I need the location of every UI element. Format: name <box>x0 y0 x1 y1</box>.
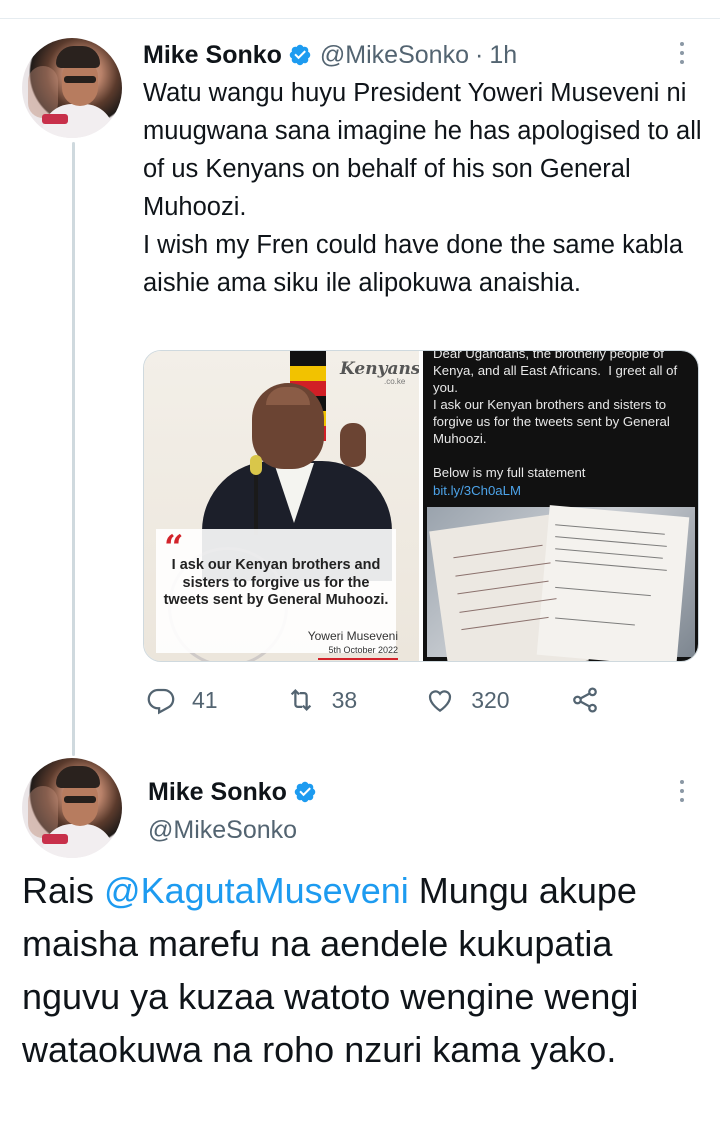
retweet-icon <box>290 689 311 711</box>
thread-connector-line <box>72 142 75 756</box>
statement-label: Below is my full statement <box>433 465 586 480</box>
reply-count: 41 <box>192 686 218 713</box>
separator-dot: · <box>474 40 484 69</box>
statement-text: Dear Ugandans, the brotherly people of K… <box>433 351 678 446</box>
tweet-text: Rais @KagutaMuseveni Mungu akupe maisha … <box>22 864 712 1076</box>
more-options-icon[interactable] <box>672 38 692 68</box>
avatar[interactable] <box>22 758 122 858</box>
statement-link: bit.ly/3Ch0aLM <box>433 483 521 498</box>
quote-rule <box>318 658 398 660</box>
author-handle[interactable]: @MikeSonko <box>320 41 469 70</box>
reply-button[interactable]: 41 <box>146 685 218 715</box>
avatar[interactable] <box>22 38 122 138</box>
author-display-name[interactable]: Mike Sonko <box>143 41 282 70</box>
verified-badge-icon <box>289 44 311 66</box>
mention-link[interactable]: @KagutaMuseveni <box>104 870 409 911</box>
tweet-text-prefix: Rais <box>22 870 105 911</box>
more-options-icon[interactable] <box>672 776 692 806</box>
kenyans-logo-sub: .co.ke <box>384 377 406 386</box>
tweet-header: Mike Sonko @MikeSonko · 1h <box>143 38 517 72</box>
quote-date: 5th October 2022 <box>328 645 398 655</box>
quote-text: I ask our Kenyan brothers and sisters to… <box>163 557 389 608</box>
retweet-count: 38 <box>331 686 358 713</box>
share-button[interactable] <box>570 685 600 715</box>
like-button[interactable]: 320 <box>425 685 510 715</box>
media-image-statement[interactable]: Dear Ugandans, the brotherly people of K… <box>423 351 698 661</box>
retweet-button[interactable]: 38 <box>286 685 358 715</box>
heart-icon <box>429 690 452 712</box>
share-icon <box>572 687 597 713</box>
kenyans-logo: Kenyans <box>340 359 419 379</box>
tweet-timestamp[interactable]: 1h <box>489 41 517 70</box>
tweet-header: Mike Sonko <box>148 776 317 808</box>
author-display-name[interactable]: Mike Sonko <box>148 778 287 807</box>
verified-badge-icon <box>294 781 316 803</box>
like-count: 320 <box>471 686 510 713</box>
reply-icon <box>147 688 175 715</box>
quote-attribution: Yoweri Museveni <box>307 629 398 643</box>
media-image-museveni-quote[interactable]: Kenyans .co.ke “ I ask our Kenyan brothe… <box>144 351 419 661</box>
tweet-actions: 41 38 320 <box>146 682 600 718</box>
tweet-media-grid: Kenyans .co.ke “ I ask our Kenyan brothe… <box>143 350 699 662</box>
author-handle[interactable]: @MikeSonko <box>148 816 297 845</box>
top-divider <box>0 18 720 19</box>
tweet-text: Watu wangu huyu President Yoweri Museven… <box>143 79 702 297</box>
